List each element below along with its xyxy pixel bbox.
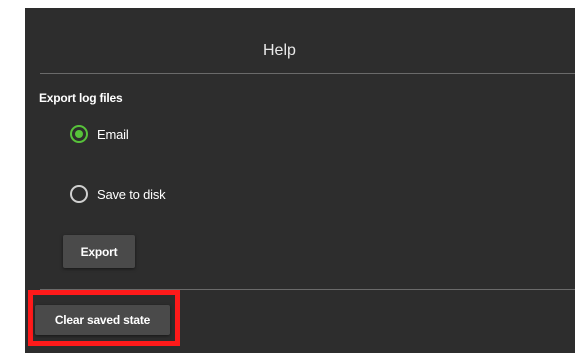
clear-saved-state-button[interactable]: Clear saved state xyxy=(35,305,170,335)
email-radio-option[interactable]: Email xyxy=(70,125,129,143)
header-divider xyxy=(40,73,575,74)
export-button[interactable]: Export xyxy=(63,235,135,268)
page-title-text: Help xyxy=(263,42,296,59)
export-log-files-label: Export log files xyxy=(39,91,123,105)
save-to-disk-radio-button[interactable] xyxy=(70,185,88,203)
email-radio-label: Email xyxy=(97,126,129,142)
page-title: Help xyxy=(25,42,575,60)
email-radio-button[interactable] xyxy=(70,125,88,143)
help-panel: Help Export log files Email Save to disk… xyxy=(25,8,575,353)
save-to-disk-radio-option[interactable]: Save to disk xyxy=(70,185,166,203)
save-to-disk-radio-label: Save to disk xyxy=(97,186,166,202)
